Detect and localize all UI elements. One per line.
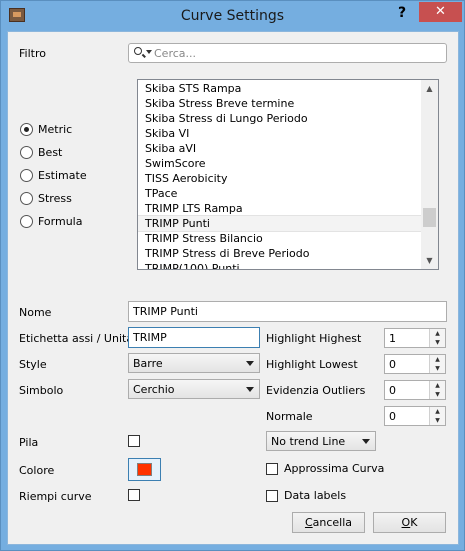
normal-label: Normale [266,410,313,423]
stepper-up-icon[interactable]: ▲ [430,329,445,338]
outliers-label: Evidenzia Outliers [266,384,366,397]
data-labels-checkbox[interactable] [266,490,278,502]
close-button[interactable]: ✕ [419,2,462,22]
stepper-down-icon[interactable]: ▼ [430,416,445,425]
radio-estimate[interactable]: Estimate [20,168,130,184]
list-item[interactable]: TRIMP(100) Punti [138,261,421,269]
dialog-body: Filtro Metric Best Estimate Stress Formu… [7,31,459,545]
highlight-lowest-stepper[interactable]: 0 ▲ ▼ [384,354,446,374]
axis-unit-field[interactable] [128,327,260,348]
name-label: Nome [19,306,52,319]
radio-best[interactable]: Best [20,145,130,161]
stack-checkbox[interactable] [128,435,140,447]
list-item[interactable]: TPace [138,186,421,201]
color-swatch [137,463,152,476]
highlight-highest-stepper[interactable]: 1 ▲ ▼ [384,328,446,348]
chevron-down-icon[interactable] [146,50,152,54]
stepper-value[interactable]: 0 [389,384,396,397]
radio-button[interactable] [20,169,33,182]
stepper-up-icon[interactable]: ▲ [430,381,445,390]
title-bar[interactable]: Curve Settings ? ✕ [1,1,464,31]
color-label: Colore [19,464,55,477]
style-label: Style [19,358,47,371]
list-item[interactable]: TISS Aerobicity [138,171,421,186]
radio-metric[interactable]: Metric [20,122,130,138]
list-item[interactable]: TRIMP Stress di Breve Periodo [138,246,421,261]
stepper-up-icon[interactable]: ▲ [430,355,445,364]
scroll-thumb[interactable] [423,208,436,227]
list-item[interactable]: Skiba aVI [138,141,421,156]
stepper-down-icon[interactable]: ▼ [430,390,445,399]
stepper-value[interactable]: 0 [389,410,396,423]
axis-label: Etichetta assi / Unita' [19,332,137,345]
stepper-value[interactable]: 1 [389,332,396,345]
radio-button[interactable] [20,215,33,228]
radio-formula[interactable]: Formula [20,214,130,230]
list-item[interactable]: Skiba Stress di Lungo Periodo [138,111,421,126]
filter-label: Filtro [19,47,46,60]
list-item[interactable]: TRIMP Stress Bilancio [138,231,421,246]
color-picker-button[interactable] [128,458,161,481]
chevron-down-icon [246,361,254,366]
cancel-button[interactable]: Cancella [292,512,365,533]
smooth-curve-label: Approssima Curva [284,462,385,475]
trend-select-value: No trend Line [271,435,346,448]
list-item[interactable]: Skiba VI [138,126,421,141]
radio-button[interactable] [20,192,33,205]
fill-curves-label: Riempi curve [19,490,92,503]
normal-stepper[interactable]: 0 ▲ ▼ [384,406,446,426]
radio-stress[interactable]: Stress [20,191,130,207]
list-item-selected[interactable]: TRIMP Punti [138,215,422,232]
style-select[interactable]: Barre [128,353,260,373]
radio-label: Estimate [38,169,87,182]
stepper-down-icon[interactable]: ▼ [430,338,445,347]
name-field[interactable] [128,301,447,322]
outliers-stepper[interactable]: 0 ▲ ▼ [384,380,446,400]
list-item[interactable]: SwimScore [138,156,421,171]
scroll-down-icon[interactable]: ▼ [421,252,438,269]
list-item[interactable]: Skiba Stress Breve termine [138,96,421,111]
stepper-value[interactable]: 0 [389,358,396,371]
scroll-up-icon[interactable]: ▲ [421,80,438,97]
symbol-select[interactable]: Cerchio [128,379,260,399]
curve-settings-window: Curve Settings ? ✕ Filtro Metric Best Es… [0,0,465,551]
stepper-up-icon[interactable]: ▲ [430,407,445,416]
radio-label: Best [38,146,63,159]
help-button[interactable]: ? [389,3,415,23]
ok-button[interactable]: OK [373,512,446,533]
highlight-lowest-label: Highlight Lowest [266,358,358,371]
stack-label: Pila [19,436,39,449]
radio-label: Formula [38,215,83,228]
chevron-down-icon [246,387,254,392]
chevron-down-icon [362,439,370,444]
radio-button[interactable] [20,123,33,136]
stepper-down-icon[interactable]: ▼ [430,364,445,373]
metric-list[interactable]: Skiba STS Rampa Skiba Stress Breve termi… [137,79,439,270]
list-scrollbar[interactable]: ▲ ▼ [421,80,438,269]
list-item[interactable]: Skiba STS Rampa [138,81,421,96]
style-select-value: Barre [133,357,163,370]
smooth-curve-checkbox[interactable] [266,463,278,475]
search-box[interactable] [128,43,447,63]
symbol-label: Simbolo [19,384,64,397]
data-labels-label: Data labels [284,489,347,502]
radio-label: Stress [38,192,72,205]
symbol-select-value: Cerchio [133,383,175,396]
radio-label: Metric [38,123,73,136]
trend-select[interactable]: No trend Line [266,431,376,451]
search-icon[interactable] [134,47,142,55]
search-input[interactable] [154,45,439,61]
highlight-highest-label: Highlight Highest [266,332,362,345]
radio-button[interactable] [20,146,33,159]
fill-curves-checkbox[interactable] [128,489,140,501]
list-item[interactable]: TRIMP LTS Rampa [138,201,421,216]
